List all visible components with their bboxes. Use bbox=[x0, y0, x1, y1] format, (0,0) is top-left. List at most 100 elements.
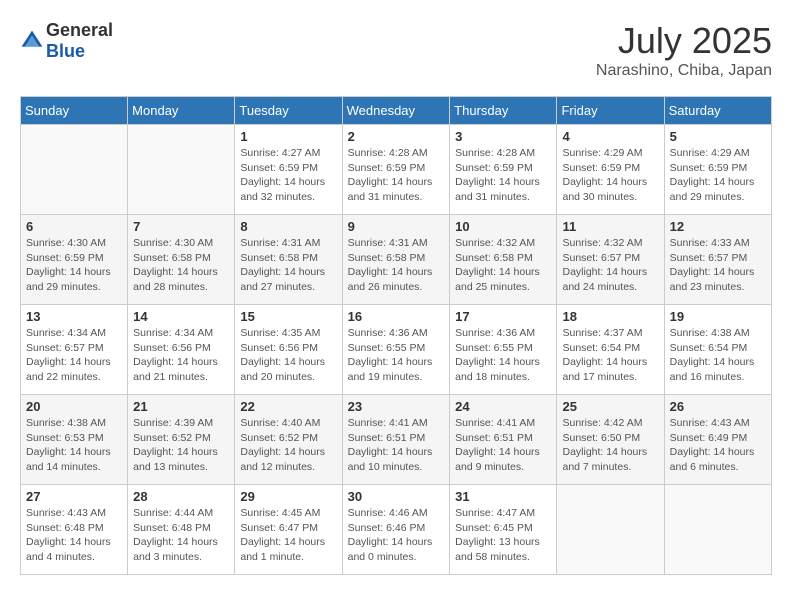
logo-text-blue: Blue bbox=[46, 41, 85, 61]
day-info: Sunrise: 4:32 AM Sunset: 6:57 PM Dayligh… bbox=[562, 236, 658, 295]
calendar-cell: 7 Sunrise: 4:30 AM Sunset: 6:58 PM Daylig… bbox=[128, 215, 235, 305]
calendar-cell: 31Sunrise: 4:47 AM Sunset: 6:45 PM Dayli… bbox=[450, 485, 557, 575]
calendar-cell: 9Sunrise: 4:31 AM Sunset: 6:58 PM Daylig… bbox=[342, 215, 450, 305]
day-info: Sunrise: 4:31 AM Sunset: 6:58 PM Dayligh… bbox=[240, 236, 336, 295]
day-number: 9 bbox=[348, 219, 445, 234]
calendar-cell: 30 Sunrise: 4:46 AM Sunset: 6:46 PM Dayli… bbox=[342, 485, 450, 575]
calendar-cell: 20 Sunrise: 4:38 AM Sunset: 6:53 PM Dayli… bbox=[21, 395, 128, 485]
day-number: 19 bbox=[670, 309, 766, 324]
day-info: Sunrise: 4:44 AM Sunset: 6:48 PM Dayligh… bbox=[133, 506, 229, 565]
day-number: 4 bbox=[562, 129, 658, 144]
calendar-cell: 28 Sunrise: 4:44 AM Sunset: 6:48 PM Dayli… bbox=[128, 485, 235, 575]
day-info: Sunrise: 4:39 AM Sunset: 6:52 PM Dayligh… bbox=[133, 416, 229, 475]
calendar-cell: 17 Sunrise: 4:36 AM Sunset: 6:55 PM Dayli… bbox=[450, 305, 557, 395]
day-number: 16 bbox=[348, 309, 445, 324]
day-info: Sunrise: 4:29 AM Sunset: 6:59 PM Dayligh… bbox=[562, 146, 658, 205]
day-number: 28 bbox=[133, 489, 229, 504]
calendar-cell: 14Sunrise: 4:34 AM Sunset: 6:56 PM Dayli… bbox=[128, 305, 235, 395]
day-number: 8 bbox=[240, 219, 336, 234]
logo: General Blue bbox=[20, 20, 113, 62]
weekday-header-wednesday: Wednesday bbox=[342, 97, 450, 125]
calendar-cell: 24 Sunrise: 4:41 AM Sunset: 6:51 PM Dayli… bbox=[450, 395, 557, 485]
day-number: 7 bbox=[133, 219, 229, 234]
calendar-week-row: 1Sunrise: 4:27 AM Sunset: 6:59 PM Daylig… bbox=[21, 125, 772, 215]
day-number: 2 bbox=[348, 129, 445, 144]
day-number: 5 bbox=[670, 129, 766, 144]
calendar-cell: 13 Sunrise: 4:34 AM Sunset: 6:57 PM Dayli… bbox=[21, 305, 128, 395]
calendar-cell: 27 Sunrise: 4:43 AM Sunset: 6:48 PM Dayli… bbox=[21, 485, 128, 575]
calendar-cell: 22 Sunrise: 4:40 AM Sunset: 6:52 PM Dayli… bbox=[235, 395, 342, 485]
day-info: Sunrise: 4:38 AM Sunset: 6:54 PM Dayligh… bbox=[670, 326, 766, 385]
weekday-header-row: SundayMondayTuesdayWednesdayThursdayFrid… bbox=[21, 97, 772, 125]
day-info: Sunrise: 4:45 AM Sunset: 6:47 PM Dayligh… bbox=[240, 506, 336, 565]
calendar-cell: 5Sunrise: 4:29 AM Sunset: 6:59 PM Daylig… bbox=[664, 125, 771, 215]
day-info: Sunrise: 4:42 AM Sunset: 6:50 PM Dayligh… bbox=[562, 416, 658, 475]
day-number: 27 bbox=[26, 489, 122, 504]
calendar-cell: 11 Sunrise: 4:32 AM Sunset: 6:57 PM Dayli… bbox=[557, 215, 664, 305]
calendar-cell: 19 Sunrise: 4:38 AM Sunset: 6:54 PM Dayli… bbox=[664, 305, 771, 395]
day-info: Sunrise: 4:33 AM Sunset: 6:57 PM Dayligh… bbox=[670, 236, 766, 295]
calendar-cell: 15Sunrise: 4:35 AM Sunset: 6:56 PM Dayli… bbox=[235, 305, 342, 395]
day-info: Sunrise: 4:43 AM Sunset: 6:49 PM Dayligh… bbox=[670, 416, 766, 475]
day-number: 12 bbox=[670, 219, 766, 234]
day-number: 22 bbox=[240, 399, 336, 414]
day-info: Sunrise: 4:35 AM Sunset: 6:56 PM Dayligh… bbox=[240, 326, 336, 385]
calendar-week-row: 6 Sunrise: 4:30 AM Sunset: 6:59 PM Daylig… bbox=[21, 215, 772, 305]
day-number: 30 bbox=[348, 489, 445, 504]
title-block: July 2025 Narashino, Chiba, Japan bbox=[596, 20, 772, 80]
month-year-title: July 2025 bbox=[596, 20, 772, 62]
location-subtitle: Narashino, Chiba, Japan bbox=[596, 62, 772, 80]
day-info: Sunrise: 4:41 AM Sunset: 6:51 PM Dayligh… bbox=[348, 416, 445, 475]
day-number: 26 bbox=[670, 399, 766, 414]
weekday-header-friday: Friday bbox=[557, 97, 664, 125]
day-number: 20 bbox=[26, 399, 122, 414]
weekday-header-sunday: Sunday bbox=[21, 97, 128, 125]
calendar-cell: 6 Sunrise: 4:30 AM Sunset: 6:59 PM Daylig… bbox=[21, 215, 128, 305]
weekday-header-saturday: Saturday bbox=[664, 97, 771, 125]
day-info: Sunrise: 4:41 AM Sunset: 6:51 PM Dayligh… bbox=[455, 416, 551, 475]
day-info: Sunrise: 4:43 AM Sunset: 6:48 PM Dayligh… bbox=[26, 506, 122, 565]
day-info: Sunrise: 4:46 AM Sunset: 6:46 PM Dayligh… bbox=[348, 506, 445, 565]
day-number: 10 bbox=[455, 219, 551, 234]
calendar-cell: 3Sunrise: 4:28 AM Sunset: 6:59 PM Daylig… bbox=[450, 125, 557, 215]
day-info: Sunrise: 4:40 AM Sunset: 6:52 PM Dayligh… bbox=[240, 416, 336, 475]
calendar-cell: 4 Sunrise: 4:29 AM Sunset: 6:59 PM Daylig… bbox=[557, 125, 664, 215]
day-number: 31 bbox=[455, 489, 551, 504]
calendar-cell bbox=[557, 485, 664, 575]
calendar-cell: 16 Sunrise: 4:36 AM Sunset: 6:55 PM Dayli… bbox=[342, 305, 450, 395]
calendar-cell: 21 Sunrise: 4:39 AM Sunset: 6:52 PM Dayli… bbox=[128, 395, 235, 485]
day-info: Sunrise: 4:36 AM Sunset: 6:55 PM Dayligh… bbox=[455, 326, 551, 385]
day-info: Sunrise: 4:30 AM Sunset: 6:58 PM Dayligh… bbox=[133, 236, 229, 295]
day-info: Sunrise: 4:38 AM Sunset: 6:53 PM Dayligh… bbox=[26, 416, 122, 475]
day-number: 13 bbox=[26, 309, 122, 324]
day-number: 24 bbox=[455, 399, 551, 414]
calendar-cell: 2Sunrise: 4:28 AM Sunset: 6:59 PM Daylig… bbox=[342, 125, 450, 215]
calendar-cell: 25 Sunrise: 4:42 AM Sunset: 6:50 PM Dayli… bbox=[557, 395, 664, 485]
day-number: 11 bbox=[562, 219, 658, 234]
calendar-cell: 23Sunrise: 4:41 AM Sunset: 6:51 PM Dayli… bbox=[342, 395, 450, 485]
weekday-header-thursday: Thursday bbox=[450, 97, 557, 125]
calendar-cell bbox=[128, 125, 235, 215]
logo-icon bbox=[20, 29, 44, 53]
day-info: Sunrise: 4:37 AM Sunset: 6:54 PM Dayligh… bbox=[562, 326, 658, 385]
day-number: 17 bbox=[455, 309, 551, 324]
day-number: 6 bbox=[26, 219, 122, 234]
day-number: 14 bbox=[133, 309, 229, 324]
day-info: Sunrise: 4:30 AM Sunset: 6:59 PM Dayligh… bbox=[26, 236, 122, 295]
calendar-cell: 8 Sunrise: 4:31 AM Sunset: 6:58 PM Daylig… bbox=[235, 215, 342, 305]
day-info: Sunrise: 4:36 AM Sunset: 6:55 PM Dayligh… bbox=[348, 326, 445, 385]
weekday-header-monday: Monday bbox=[128, 97, 235, 125]
day-info: Sunrise: 4:32 AM Sunset: 6:58 PM Dayligh… bbox=[455, 236, 551, 295]
calendar-week-row: 27 Sunrise: 4:43 AM Sunset: 6:48 PM Dayli… bbox=[21, 485, 772, 575]
calendar-cell: 18 Sunrise: 4:37 AM Sunset: 6:54 PM Dayli… bbox=[557, 305, 664, 395]
day-info: Sunrise: 4:34 AM Sunset: 6:57 PM Dayligh… bbox=[26, 326, 122, 385]
calendar-table: SundayMondayTuesdayWednesdayThursdayFrid… bbox=[20, 96, 772, 575]
calendar-cell: 1Sunrise: 4:27 AM Sunset: 6:59 PM Daylig… bbox=[235, 125, 342, 215]
day-number: 21 bbox=[133, 399, 229, 414]
calendar-week-row: 13 Sunrise: 4:34 AM Sunset: 6:57 PM Dayli… bbox=[21, 305, 772, 395]
day-number: 18 bbox=[562, 309, 658, 324]
day-number: 25 bbox=[562, 399, 658, 414]
day-number: 29 bbox=[240, 489, 336, 504]
calendar-cell: 29 Sunrise: 4:45 AM Sunset: 6:47 PM Dayli… bbox=[235, 485, 342, 575]
day-number: 3 bbox=[455, 129, 551, 144]
